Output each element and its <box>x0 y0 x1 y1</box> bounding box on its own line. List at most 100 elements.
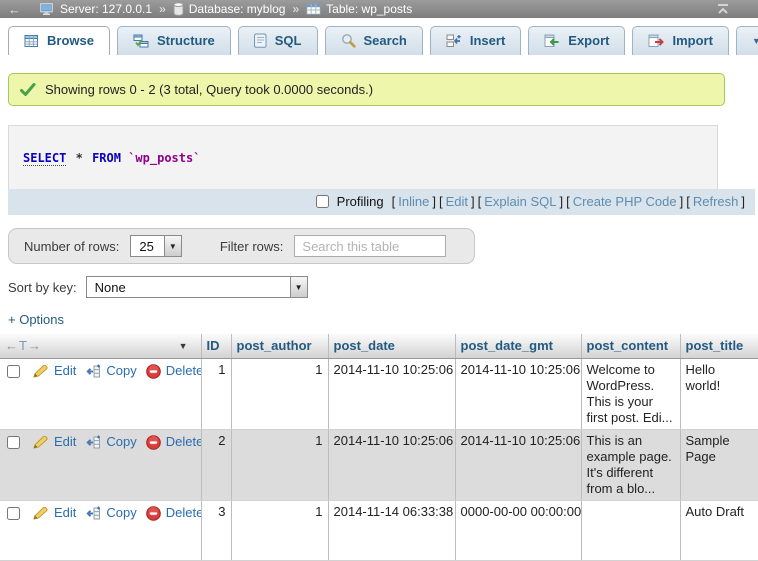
cell-id: 1 <box>201 359 231 430</box>
delete-icon <box>146 435 161 450</box>
options-toggle[interactable]: + Options <box>8 312 64 327</box>
bracket: ] <box>741 194 745 209</box>
inline-link[interactable]: Inline <box>398 194 429 209</box>
status-message-text: Showing rows 0 - 2 (3 total, Query took … <box>45 82 373 97</box>
column-header-post-date[interactable]: post_date <box>328 334 455 359</box>
browse-icon <box>24 34 39 48</box>
delete-link-label: Delete <box>166 434 201 450</box>
cell-id: 3 <box>201 501 231 561</box>
select-arrow-icon: ▼ <box>164 236 181 256</box>
insert-icon <box>446 34 462 48</box>
column-header-post-title[interactable]: post_title <box>680 334 758 359</box>
rows-per-page-label: Number of rows: <box>24 239 119 254</box>
back-arrow-icon[interactable]: ← <box>8 2 21 17</box>
bracket: ] <box>432 194 436 209</box>
row-checkbox[interactable] <box>7 436 20 449</box>
edit-link[interactable]: Edit <box>33 505 76 521</box>
cell-post-title: Hello world! <box>680 359 758 430</box>
tab-search[interactable]: Search <box>325 26 423 55</box>
collapse-icon[interactable] <box>716 3 730 15</box>
pencil-icon <box>33 507 49 520</box>
column-header-post-content[interactable]: post_content <box>581 334 680 359</box>
cell-post-date-gmt: 2014-11-10 10:25:06 <box>455 359 581 430</box>
sort-controls: Sort by key: None ▼ <box>8 276 758 298</box>
cell-post-date: 2014-11-14 06:33:38 <box>328 501 455 561</box>
filter-rows-input[interactable] <box>294 235 446 257</box>
table-icon <box>306 3 321 15</box>
copy-link-label: Copy <box>106 505 136 521</box>
bracket: ] <box>471 194 475 209</box>
cell-post-date: 2014-11-10 10:25:06 <box>328 359 455 430</box>
refresh-link[interactable]: Refresh <box>693 194 739 209</box>
more-chevron-icon: ▼ <box>752 36 758 46</box>
sql-query-box: SELECT * FROM `wp_posts` <box>8 125 718 189</box>
delete-link[interactable]: Delete <box>146 434 201 450</box>
pencil-icon <box>33 436 49 449</box>
sql-keyword-select[interactable]: SELECT <box>23 151 66 166</box>
tab-bar: Browse Structure SQL Search Insert Expor… <box>0 18 758 55</box>
row-actions-cell: Edit Copy Delete <box>0 501 201 561</box>
breadcrumb-server[interactable]: Server: 127.0.0.1 <box>40 2 152 16</box>
copy-icon <box>85 435 101 450</box>
tab-label: Insert <box>470 33 505 48</box>
import-icon <box>648 34 664 48</box>
delete-link[interactable]: Delete <box>146 505 201 521</box>
breadcrumb-table-label: Table: wp_posts <box>326 2 412 16</box>
bracket: [ <box>686 194 690 209</box>
breadcrumb-table[interactable]: Table: wp_posts <box>306 2 412 16</box>
column-header-post-date-gmt[interactable]: post_date_gmt <box>455 334 581 359</box>
sort-by-key-label: Sort by key: <box>8 280 77 295</box>
copy-link-label: Copy <box>106 434 136 450</box>
sort-key-value: None <box>87 277 290 297</box>
copy-link-label: Copy <box>106 363 136 379</box>
edit-link[interactable]: Edit <box>33 363 76 379</box>
tab-export[interactable]: Export <box>528 26 625 55</box>
row-marker[interactable]: ←T→ <box>5 338 42 354</box>
copy-icon <box>85 506 101 521</box>
profiling-toggle[interactable]: Profiling <box>312 192 384 211</box>
tab-structure[interactable]: Structure <box>117 26 231 55</box>
edit-link[interactable]: Edit <box>33 434 76 450</box>
tab-sql[interactable]: SQL <box>238 26 318 55</box>
cell-post-author: 1 <box>231 501 328 561</box>
row-checkbox[interactable] <box>7 507 20 520</box>
delete-link[interactable]: Delete <box>146 363 201 379</box>
tab-import[interactable]: Import <box>632 26 728 55</box>
bracket: ] <box>560 194 564 209</box>
header-dropdown-icon[interactable]: ▼ <box>179 338 196 354</box>
column-header-post-author[interactable]: post_author <box>231 334 328 359</box>
copy-link[interactable]: Copy <box>85 363 136 379</box>
cell-post-title: Sample Page <box>680 430 758 501</box>
edit-link-label: Edit <box>54 363 76 379</box>
copy-link[interactable]: Copy <box>85 505 136 521</box>
rows-per-page-select[interactable]: 25 ▼ <box>130 235 181 257</box>
tab-insert[interactable]: Insert <box>430 26 521 55</box>
copy-link[interactable]: Copy <box>85 434 136 450</box>
sort-key-select[interactable]: None ▼ <box>86 276 308 298</box>
tab-more[interactable]: ▼ More <box>736 26 758 55</box>
copy-icon <box>85 364 101 379</box>
breadcrumb-database[interactable]: Database: myblog <box>173 2 286 16</box>
results-table: ←T→ ▼ ID post_author post_date post_date… <box>0 334 758 561</box>
tab-browse[interactable]: Browse <box>8 26 110 55</box>
tab-label: SQL <box>275 33 302 48</box>
create-php-code-link[interactable]: Create PHP Code <box>573 194 677 209</box>
profiling-checkbox[interactable] <box>316 195 329 208</box>
table-row: Edit Copy Delete 2 1 2014-11-10 1 <box>0 430 758 501</box>
row-checkbox[interactable] <box>7 365 20 378</box>
status-message: Showing rows 0 - 2 (3 total, Query took … <box>8 73 725 106</box>
cell-id: 2 <box>201 430 231 501</box>
tab-label: Import <box>672 33 712 48</box>
cell-post-author: 1 <box>231 359 328 430</box>
delete-icon <box>146 364 161 379</box>
edit-query-link[interactable]: Edit <box>446 194 468 209</box>
table-header-row: ←T→ ▼ ID post_author post_date post_date… <box>0 334 758 359</box>
bracket: [ <box>392 194 396 209</box>
breadcrumb-server-label: Server: 127.0.0.1 <box>60 2 152 16</box>
select-arrow-icon: ▼ <box>290 277 307 297</box>
bracket: [ <box>439 194 443 209</box>
row-actions-cell: Edit Copy Delete <box>0 359 201 430</box>
column-header-id[interactable]: ID <box>201 334 231 359</box>
explain-sql-link[interactable]: Explain SQL <box>484 194 556 209</box>
breadcrumb-separator: » <box>292 2 299 16</box>
